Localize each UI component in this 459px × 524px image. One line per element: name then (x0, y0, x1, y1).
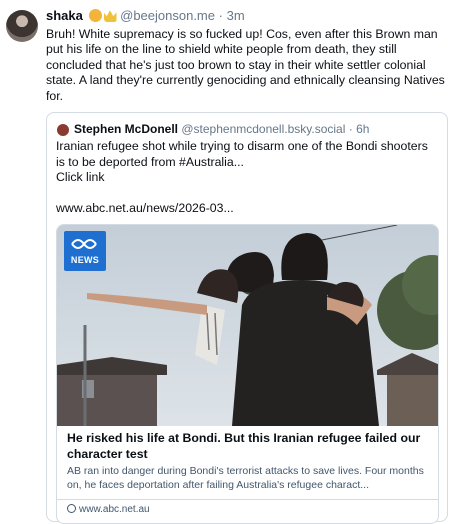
link-card-description: AB ran into danger during Bondi's terror… (67, 465, 424, 491)
separator-dot: · (218, 8, 223, 23)
card-divider (57, 499, 438, 500)
quoted-post-text: Iranian refugee shot while trying to dis… (56, 139, 428, 215)
quoted-post-timestamp[interactable]: 6h (356, 122, 369, 136)
author-name[interactable]: shaka (46, 8, 83, 23)
article-photo (57, 225, 438, 426)
quoted-author-name[interactable]: Stephen McDonell (74, 122, 178, 136)
quoted-author-avatar[interactable] (57, 124, 69, 136)
link-card-domain: www.abc.net.au (79, 504, 150, 515)
feed-post[interactable]: shaka @beejonson.me · 3m Bruh! White sup… (0, 0, 459, 524)
abc-news-label: NEWS (70, 255, 100, 265)
author-handle[interactable]: @beejonson.me (120, 8, 215, 23)
quoted-post[interactable]: Stephen McDonell @stephenmcdonell.bsky.s… (46, 112, 448, 524)
quoted-post-header: Stephen McDonell @stephenmcdonell.bsky.s… (74, 122, 369, 137)
abc-news-logo: NEWS (64, 231, 106, 271)
post-timestamp[interactable]: 3m (227, 8, 245, 23)
lion-emoji-icon (88, 9, 102, 22)
link-preview-card[interactable]: NEWS He risked his life at Bondi. But th… (56, 224, 439, 524)
separator-dot: · (348, 122, 353, 136)
link-card-domain-row: www.abc.net.au (67, 503, 150, 516)
crown-emoji-icon (103, 10, 117, 22)
post-header: shaka @beejonson.me · 3m (46, 8, 245, 24)
author-avatar[interactable] (6, 10, 38, 42)
quoted-author-handle[interactable]: @stephenmcdonell.bsky.social (181, 122, 345, 136)
link-card-title[interactable]: He risked his life at Bondi. But this Ir… (67, 431, 427, 462)
post-text: Bruh! White supremacy is so fucked up! C… (46, 27, 445, 103)
